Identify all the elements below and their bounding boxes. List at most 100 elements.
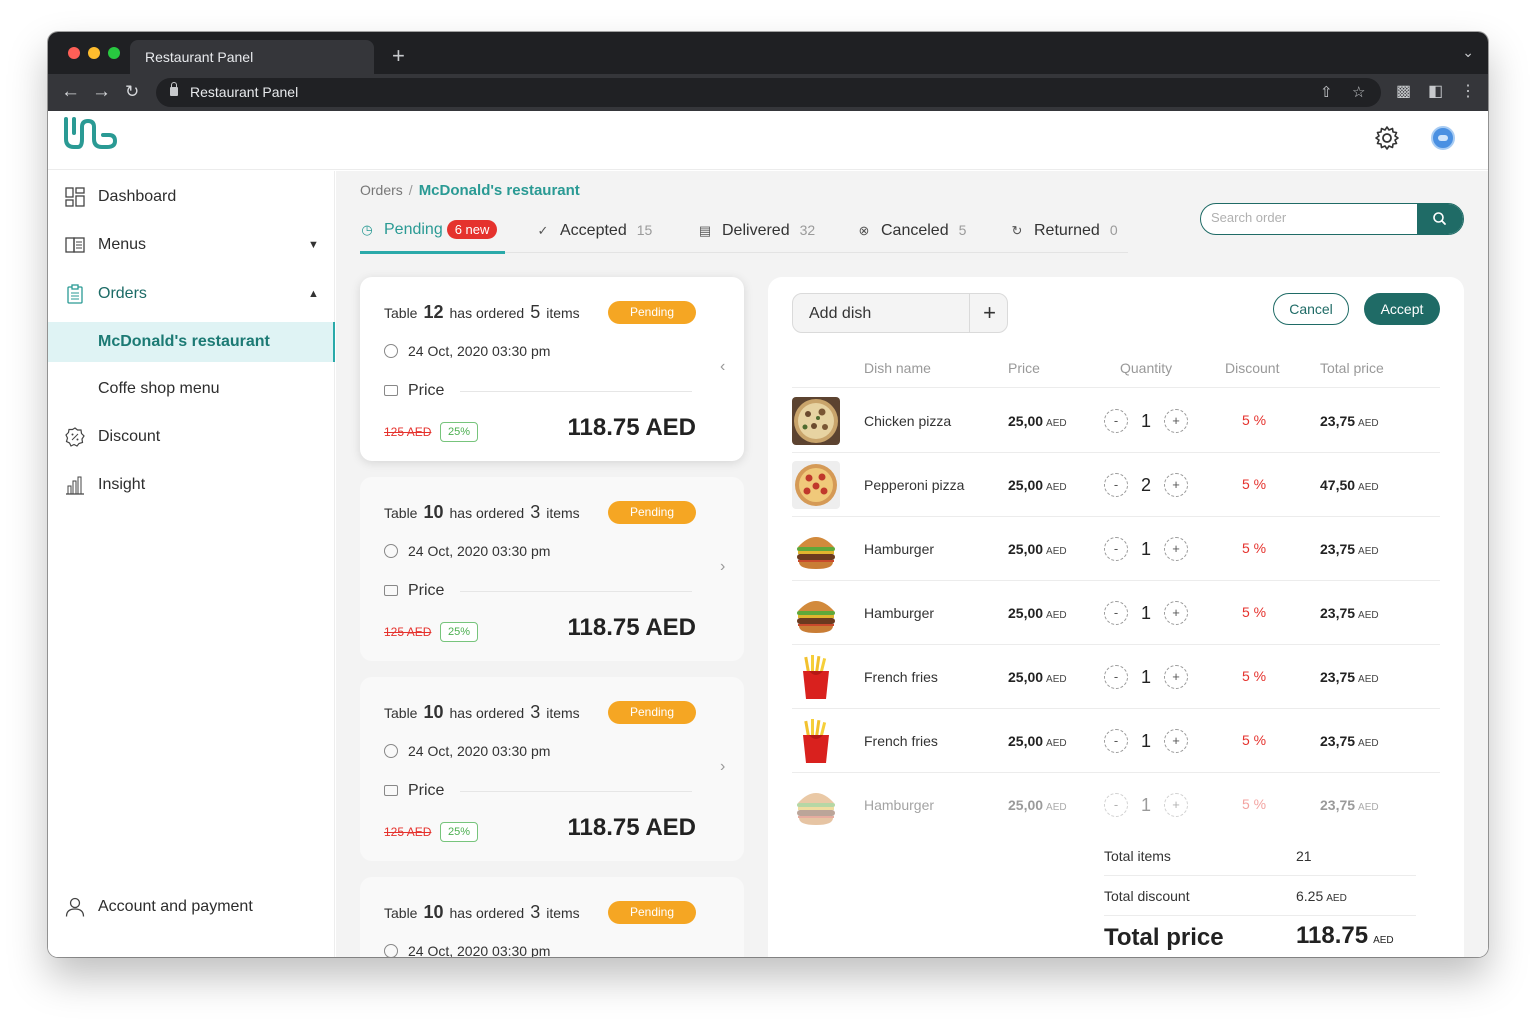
tab-returned[interactable]: ↻ Returned 0 xyxy=(1010,219,1118,241)
browser-window: Restaurant Panel + ⌄ ← → ↻ Restaurant Pa… xyxy=(48,32,1488,957)
order-total: 118.75 AED xyxy=(567,614,696,641)
order-card[interactable]: Table 10 has ordered 3 items Pending 24 Oct,… xyxy=(360,677,744,861)
dish-discount: 5 % xyxy=(1242,412,1267,428)
user-avatar[interactable] xyxy=(1431,126,1455,150)
price-divider xyxy=(460,791,692,792)
decrease-quantity-button[interactable]: - xyxy=(1104,793,1128,817)
tab-accepted[interactable]: ✓ Accepted 15 xyxy=(536,219,653,241)
plus-icon[interactable]: + xyxy=(969,294,1009,332)
increase-quantity-button[interactable]: + xyxy=(1164,601,1188,625)
dish-price: 25,00 AED xyxy=(1008,796,1067,817)
order-status-tabs: ◷ Pending 6 new ✓ Accepted 15 ▤ Delivered 32 ⊗… xyxy=(360,211,1128,254)
dish-total-amount: 23,75 xyxy=(1320,797,1356,813)
increase-quantity-button[interactable]: + xyxy=(1164,537,1188,561)
currency-unit: AED xyxy=(1046,674,1067,685)
x-circle-icon: ⊗ xyxy=(858,223,870,238)
address-text: Restaurant Panel xyxy=(190,84,299,100)
new-tab-plus-icon[interactable]: + xyxy=(392,41,405,71)
refresh-icon: ↻ xyxy=(1011,223,1023,238)
cancel-button[interactable]: Cancel xyxy=(1273,293,1349,325)
decrease-quantity-button[interactable]: - xyxy=(1104,601,1128,625)
browser-tab[interactable]: Restaurant Panel xyxy=(130,40,374,74)
sidebar-item-orders[interactable]: Orders ▲ xyxy=(48,274,335,314)
currency-unit: AED xyxy=(1358,674,1379,685)
side-panel-icon[interactable]: ◧ xyxy=(1428,81,1443,101)
increase-quantity-button[interactable]: + xyxy=(1164,793,1188,817)
share-icon[interactable]: ⇧ xyxy=(1320,78,1333,107)
gear-icon[interactable] xyxy=(1374,125,1400,151)
dish-total-amount: 23,75 xyxy=(1320,541,1356,557)
search-button[interactable] xyxy=(1417,204,1463,234)
summary-divider xyxy=(1104,915,1416,916)
order-card[interactable]: Table 10 has ordered 3 items Pending 24 Oct,… xyxy=(360,877,744,957)
minimize-window-button[interactable] xyxy=(88,47,100,59)
sidebar-subitem-mcdonalds[interactable]: McDonald's restaurant xyxy=(48,322,335,362)
dish-price: 25,00 AED xyxy=(1008,412,1067,433)
decrease-quantity-button[interactable]: - xyxy=(1104,729,1128,753)
browser-toolbar: ← → ↻ Restaurant Panel ⇧ ☆ ▩ ◧ ⋮ xyxy=(48,74,1488,111)
decrease-quantity-button[interactable]: - xyxy=(1104,409,1128,433)
order-summary-line: Table 10 has ordered 3 items xyxy=(384,701,580,724)
breadcrumb-separator: / xyxy=(408,182,413,198)
tab-canceled[interactable]: ⊗ Canceled 5 xyxy=(857,219,967,241)
tab-pending[interactable]: ◷ Pending 6 new xyxy=(360,219,498,241)
clock-icon: ◷ xyxy=(361,222,373,237)
menu-book-icon xyxy=(65,237,85,253)
add-dish-control[interactable]: Add dish + xyxy=(792,293,1008,333)
currency-unit: AED xyxy=(1046,482,1067,493)
dish-discount: 5 % xyxy=(1242,796,1267,812)
quantity-value: 1 xyxy=(1140,411,1151,431)
decrease-quantity-button[interactable]: - xyxy=(1104,537,1128,561)
maximize-window-button[interactable] xyxy=(108,47,120,59)
order-summary-line: Table 10 has ordered 3 items xyxy=(384,901,580,924)
browser-tabstrip: Restaurant Panel + ⌄ xyxy=(48,32,1488,74)
sidebar-item-dashboard[interactable]: Dashboard xyxy=(48,177,335,217)
order-summary-line: Table 10 has ordered 3 items xyxy=(384,501,580,524)
back-arrow-icon[interactable]: ← xyxy=(61,80,80,104)
sidebar-item-account[interactable]: Account and payment xyxy=(48,887,335,927)
check-circle-icon: ✓ xyxy=(537,223,549,238)
sidebar-subitem-coffe-shop[interactable]: Coffe shop menu xyxy=(48,369,335,409)
ordered-text: has ordered xyxy=(449,505,525,521)
sidebar-item-label: Insight xyxy=(98,476,146,493)
search-input[interactable] xyxy=(1211,210,1411,225)
extensions-puzzle-icon[interactable]: ▩ xyxy=(1396,81,1411,101)
column-header-quantity: Quantity xyxy=(1120,360,1173,376)
chevron-left-icon: ‹ xyxy=(720,358,726,375)
dish-price-amount: 25,00 xyxy=(1008,477,1044,493)
dish-total-price: 23,75 AED xyxy=(1320,412,1379,433)
address-bar[interactable]: Restaurant Panel ⇧ ☆ xyxy=(156,78,1381,107)
decrease-quantity-button[interactable]: - xyxy=(1104,665,1128,689)
order-summary-line: Table 12 has ordered 5 items xyxy=(384,301,580,324)
order-date: 24 Oct, 2020 03:30 pm xyxy=(384,741,550,761)
forward-arrow-icon[interactable]: → xyxy=(92,80,111,104)
browser-menu-icon[interactable]: ⋮ xyxy=(1460,81,1476,101)
increase-quantity-button[interactable]: + xyxy=(1164,473,1188,497)
sidebar-item-insight[interactable]: Insight xyxy=(48,465,335,505)
accept-button[interactable]: Accept xyxy=(1364,293,1440,325)
tab-search-chevron-icon[interactable]: ⌄ xyxy=(1462,44,1474,61)
tab-delivered[interactable]: ▤ Delivered 32 xyxy=(698,219,815,241)
increase-quantity-button[interactable]: + xyxy=(1164,665,1188,689)
currency-unit: AED xyxy=(1046,610,1067,621)
items-text: items xyxy=(546,505,580,521)
increase-quantity-button[interactable]: + xyxy=(1164,409,1188,433)
decrease-quantity-button[interactable]: - xyxy=(1104,473,1128,497)
quantity-value: 2 xyxy=(1140,475,1151,495)
browser-tab-title: Restaurant Panel xyxy=(145,49,254,65)
bookmark-star-icon[interactable]: ☆ xyxy=(1352,78,1365,107)
tab-count: 32 xyxy=(799,222,816,238)
increase-quantity-button[interactable]: + xyxy=(1164,729,1188,753)
close-window-button[interactable] xyxy=(68,47,80,59)
order-card[interactable]: Table 12 has ordered 5 items Pending 24 Oct,… xyxy=(360,277,744,461)
order-card[interactable]: Table 10 has ordered 3 items Pending 24 Oct,… xyxy=(360,477,744,661)
breadcrumb-root-link[interactable]: Orders xyxy=(360,182,403,198)
sidebar-item-discount[interactable]: Discount xyxy=(48,417,335,457)
order-detail-panel: Add dish + Cancel Accept Dish name Price… xyxy=(768,277,1464,957)
reload-icon[interactable]: ↻ xyxy=(125,80,139,104)
dish-row: Hamburger 25,00 AED -1 +5 % 23,75 AED xyxy=(792,581,1440,645)
sidebar-item-menus[interactable]: Menus ▼ xyxy=(48,225,335,265)
brand-logo[interactable] xyxy=(63,115,121,157)
order-date-text: 24 Oct, 2020 03:30 pm xyxy=(408,943,551,957)
dish-total-price: 23,75 AED xyxy=(1320,668,1379,689)
